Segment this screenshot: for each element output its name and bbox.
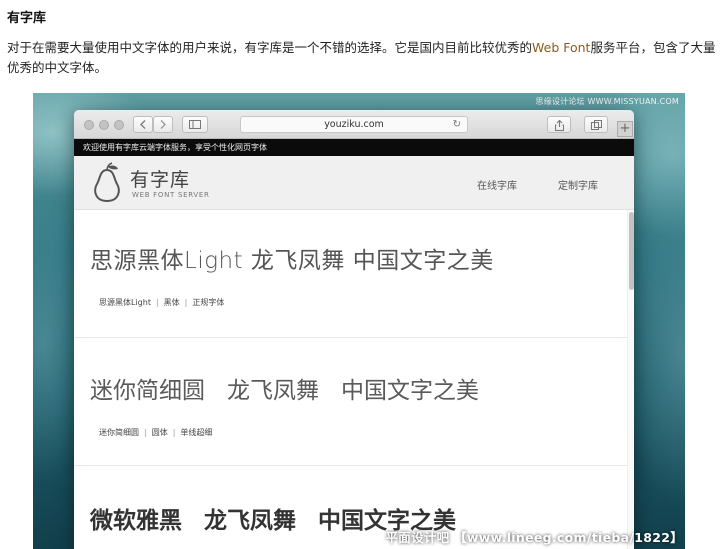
font-sample-part: 中国文字之美 bbox=[341, 378, 479, 404]
tabs-icon bbox=[590, 120, 602, 130]
font-tag[interactable]: 黑体 bbox=[164, 298, 180, 307]
share-icon bbox=[554, 120, 564, 131]
chevron-right-icon bbox=[160, 120, 166, 129]
sidebar-icon bbox=[189, 120, 201, 129]
article-intro: 对于在需要大量使用中文字体的用户来说，有字库是一个不错的选择。它是国内目前比较优… bbox=[7, 38, 717, 78]
site-header: 有字库 WEB FONT SERVER 在线字库 定制字库 bbox=[74, 156, 634, 210]
tabs-overview-button[interactable] bbox=[584, 116, 608, 133]
new-tab-button[interactable]: + bbox=[617, 121, 633, 137]
close-window-dot[interactable] bbox=[84, 120, 94, 130]
site-logo-name[interactable]: 有字库 bbox=[130, 165, 190, 192]
font-sample-part: 龙飞凤舞 bbox=[204, 508, 296, 534]
sidebar-button[interactable] bbox=[182, 116, 208, 133]
pear-logo-icon[interactable] bbox=[89, 162, 125, 204]
font-sample: 迷你简细圆 龙飞凤舞 中国文字之美 bbox=[90, 371, 479, 405]
font-card-siyuan[interactable]: 思源黑体Light 龙飞凤舞 中国文字之美 思源黑体Light | 黑体 | 正规字体 bbox=[74, 210, 627, 338]
watermark-bottom: 平面设计吧 【www.lineeg.com/tieba/1822】 bbox=[385, 530, 683, 545]
site-logo-subtitle: WEB FONT SERVER bbox=[132, 191, 210, 199]
address-url: youziku.com bbox=[324, 119, 384, 130]
font-sample-part: 龙飞凤舞 bbox=[227, 378, 319, 404]
font-tag[interactable]: 迷你简细圆 bbox=[99, 428, 139, 437]
browser-toolbar: youziku.com ↻ bbox=[74, 110, 634, 139]
font-sample-part: 微软雅黑 bbox=[90, 508, 182, 534]
intro-text-1: 对于在需要大量使用中文字体的用户来说，有字库是一个不错的选择。它是国内目前比较优… bbox=[7, 40, 533, 55]
web-font-link[interactable]: Web Font bbox=[532, 40, 590, 55]
nav-online-fonts[interactable]: 在线字库 bbox=[477, 177, 517, 192]
watermark-top: 思缘设计论坛 WWW.MISSYUAN.COM bbox=[535, 97, 679, 106]
zoom-window-dot[interactable] bbox=[114, 120, 124, 130]
nav-custom-fonts[interactable]: 定制字库 bbox=[558, 177, 598, 192]
forward-button[interactable] bbox=[153, 116, 173, 133]
font-tags: 思源黑体Light | 黑体 | 正规字体 bbox=[99, 298, 225, 307]
font-tags: 迷你简细圆 | 圆体 | 单线超细 bbox=[99, 428, 213, 437]
font-tag[interactable]: 思源黑体Light bbox=[99, 298, 151, 307]
font-sample: 思源黑体Light 龙飞凤舞 中国文字之美 bbox=[90, 248, 494, 274]
font-card-mini-round[interactable]: 迷你简细圆 龙飞凤舞 中国文字之美 迷你简细圆 | 圆体 | 单线超细 bbox=[74, 338, 627, 466]
font-tag[interactable]: 圆体 bbox=[152, 428, 168, 437]
scrollbar-thumb[interactable] bbox=[629, 212, 634, 290]
font-tag[interactable]: 正规字体 bbox=[192, 298, 224, 307]
reload-icon[interactable]: ↻ bbox=[453, 117, 461, 132]
welcome-notice-bar: 欢迎使用有字库云端字体服务，享受个性化网页字体 bbox=[74, 139, 634, 156]
font-sample-part: 迷你简细圆 bbox=[90, 378, 205, 404]
chevron-left-icon bbox=[140, 120, 146, 129]
font-tag[interactable]: 单线超细 bbox=[180, 428, 212, 437]
article-title: 有字库 bbox=[7, 11, 47, 26]
browser-window: youziku.com ↻ 欢迎使用有字库云端字体服务，享受个性化网页字体 有字… bbox=[74, 110, 634, 549]
address-bar[interactable]: youziku.com ↻ bbox=[240, 116, 468, 133]
page-scrollbar[interactable] bbox=[627, 210, 634, 549]
font-list: 思源黑体Light 龙飞凤舞 中国文字之美 思源黑体Light | 黑体 | 正规字体 … bbox=[74, 210, 627, 549]
share-button[interactable] bbox=[547, 116, 571, 133]
minimize-window-dot[interactable] bbox=[99, 120, 109, 130]
back-button[interactable] bbox=[133, 116, 153, 133]
screenshot-image: 思缘设计论坛 WWW.MISSYUAN.COM youziku.com ↻ 欢迎… bbox=[33, 93, 685, 549]
